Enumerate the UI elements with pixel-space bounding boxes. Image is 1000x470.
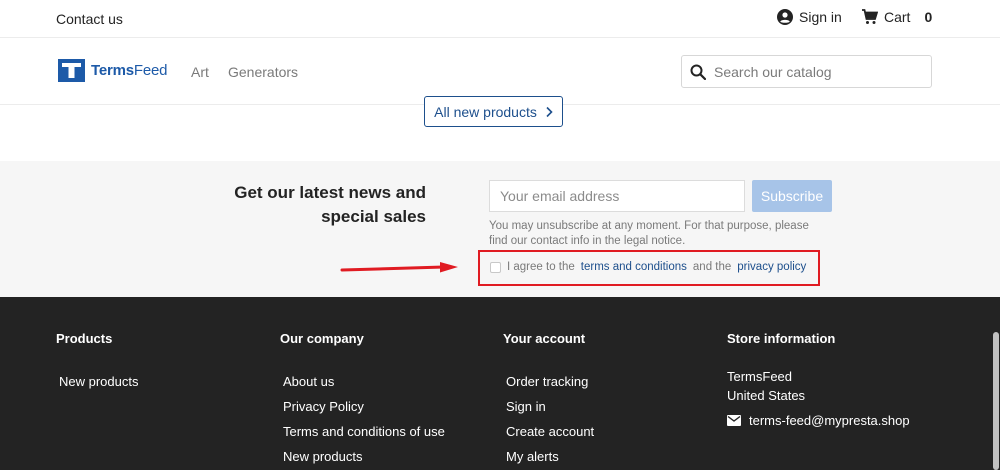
chevron-right-icon: [546, 106, 553, 117]
footer: Products New products Our company About …: [0, 297, 1000, 470]
store-email[interactable]: terms-feed@mypresta.shop: [749, 413, 910, 428]
footer-company-title: Our company: [280, 331, 364, 346]
logo-text: TermsFeed: [91, 62, 168, 79]
newsletter-section: Get our latest news and special sales Su…: [0, 161, 1000, 297]
logo[interactable]: TermsFeed: [58, 59, 168, 82]
termsfeed-logo-icon: [58, 59, 85, 82]
footer-link-my-alerts[interactable]: My alerts: [503, 449, 594, 470]
all-new-products-button[interactable]: All new products: [424, 96, 563, 127]
footer-products-title: Products: [56, 331, 113, 346]
cart-label: Cart: [884, 9, 911, 25]
sign-in-label: Sign in: [799, 9, 842, 25]
email-input[interactable]: [489, 180, 745, 212]
footer-link-privacy-policy[interactable]: Privacy Policy: [280, 399, 445, 424]
page-scrollbar[interactable]: [992, 0, 1000, 470]
nav-art[interactable]: Art: [191, 64, 209, 80]
newsletter-title: Get our latest news and special sales: [234, 183, 426, 226]
footer-store-column: Store information TermsFeed United State…: [727, 331, 910, 428]
store-address: TermsFeed United States: [727, 367, 910, 405]
footer-link-terms-of-use[interactable]: Terms and conditions of use: [280, 424, 445, 449]
search-input[interactable]: [714, 63, 914, 80]
subscribe-button[interactable]: Subscribe: [752, 180, 832, 212]
footer-link-sign-in[interactable]: Sign in: [503, 399, 594, 424]
mail-icon: [727, 415, 741, 426]
footer-link-new-products-company[interactable]: New products: [280, 449, 445, 470]
search-icon[interactable]: [690, 64, 706, 80]
unsubscribe-note: You may unsubscribe at any moment. For t…: [489, 220, 809, 247]
consent-mid: and the: [692, 261, 732, 273]
cart-link[interactable]: Cart 0: [861, 9, 932, 25]
consent-checkbox[interactable]: [490, 261, 501, 273]
store-email-row[interactable]: terms-feed@mypresta.shop: [727, 413, 910, 428]
search-box: [681, 55, 932, 88]
all-new-products-label: All new products: [434, 103, 537, 120]
red-arrow-annotation: [340, 262, 458, 273]
logo-text-light: Feed: [133, 62, 168, 79]
terms-and-conditions-link[interactable]: terms and conditions: [581, 261, 687, 273]
footer-link-new-products[interactable]: New products: [56, 374, 138, 399]
footer-link-about-us[interactable]: About us: [280, 374, 445, 399]
nav-generators[interactable]: Generators: [228, 64, 298, 80]
footer-store-title: Store information: [727, 331, 836, 346]
logo-text-bold: Terms: [91, 62, 134, 79]
contact-us-link[interactable]: Contact us: [56, 11, 123, 27]
footer-account-title: Your account: [503, 331, 586, 346]
cart-icon: [862, 9, 878, 24]
user-icon: [777, 9, 793, 25]
store-country: United States: [727, 388, 806, 403]
consent-prefix: I agree to the: [507, 261, 575, 273]
cart-count: 0: [924, 9, 933, 25]
store-name: TermsFeed: [727, 369, 793, 384]
privacy-policy-link[interactable]: privacy policy: [737, 261, 806, 273]
footer-company-column: Our company About us Privacy Policy Term…: [280, 331, 445, 470]
scrollbar-thumb[interactable]: [993, 332, 999, 470]
consent-checkbox-row[interactable]: I agree to the terms and conditions and …: [490, 261, 806, 273]
sign-in-link[interactable]: Sign in: [777, 9, 842, 25]
top-bar: Contact us Sign in Cart 0: [0, 0, 1000, 38]
footer-account-column: Your account Order tracking Sign in Crea…: [503, 331, 594, 470]
footer-link-create-account[interactable]: Create account: [503, 424, 594, 449]
footer-products-column: Products New products: [56, 331, 138, 399]
footer-link-order-tracking[interactable]: Order tracking: [503, 374, 594, 399]
